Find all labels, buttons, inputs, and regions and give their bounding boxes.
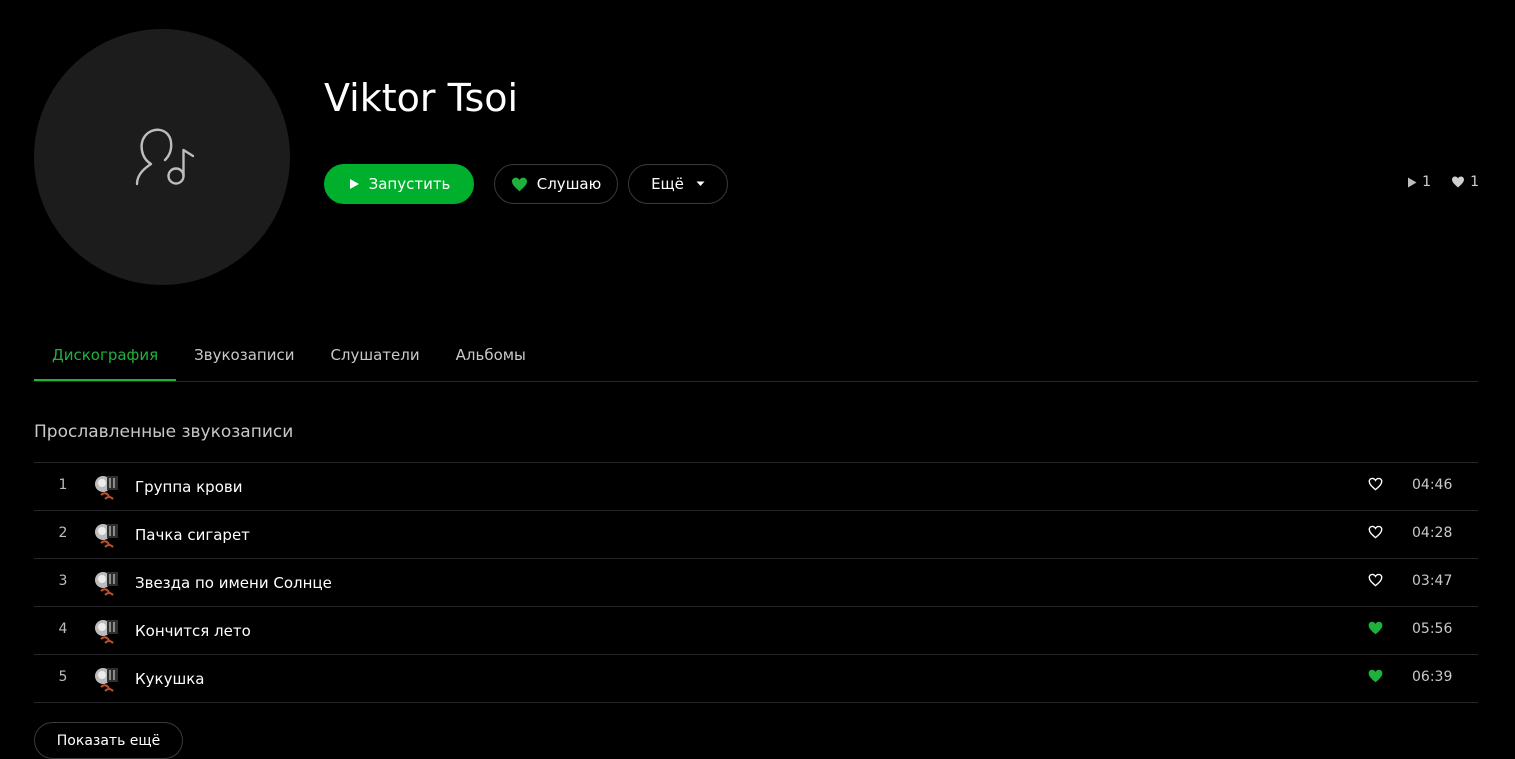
listen-button-label: Слушаю [536,175,602,193]
table-row[interactable]: 2 Пачка сигарет 04:28 [34,511,1478,559]
track-number: 5 [58,668,68,685]
artist-tabs: Дискография Звукозаписи Слушатели Альбом… [34,333,1478,382]
track-list: 1 Группа крови 04:46 2 Пачка сигарет 04:… [34,462,1478,703]
track-title[interactable]: Пачка сигарет [135,526,250,544]
album-cover-icon[interactable] [92,663,122,694]
track-number: 3 [58,572,68,589]
track-title[interactable]: Звезда по имени Солнце [135,574,332,592]
plays-stat: 1 [1407,174,1431,190]
more-button[interactable]: Ещё [628,164,728,204]
section-title: Прославленные звукозаписи [34,422,294,442]
show-more-button[interactable]: Показать ещё [34,722,183,759]
tab-recordings[interactable]: Звукозаписи [176,333,312,381]
artist-name: Viktor Tsoi [324,76,519,120]
artist-avatar [34,29,290,285]
artist-stats: 1 1 [1407,174,1479,190]
tab-albums[interactable]: Альбомы [438,333,544,381]
likes-stat: 1 [1451,174,1479,190]
heart-small-icon [1451,176,1465,188]
track-number: 4 [58,620,68,637]
play-small-icon [1407,177,1417,188]
table-row[interactable]: 1 Группа крови 04:46 [34,463,1478,511]
album-cover-icon[interactable] [92,471,122,502]
heart-outline-icon[interactable] [1368,525,1383,539]
artist-music-note-icon [135,128,195,186]
heart-icon [511,177,528,192]
artist-actions: Запустить Слушаю Ещё [324,164,728,204]
album-cover-icon[interactable] [92,519,122,550]
table-row[interactable]: 3 Звезда по имени Солнце 03:47 [34,559,1478,607]
track-number: 1 [58,476,68,493]
track-title[interactable]: Группа крови [135,478,242,496]
track-duration: 03:47 [1412,573,1453,589]
likes-count: 1 [1470,174,1479,190]
plays-count: 1 [1422,174,1432,190]
caret-down-icon [696,181,705,187]
heart-outline-icon[interactable] [1368,573,1383,587]
table-row[interactable]: 5 Кукушка 06:39 [34,655,1478,703]
more-button-label: Ещё [651,175,684,193]
track-title[interactable]: Кукушка [135,670,204,688]
table-row[interactable]: 4 Кончится лето 05:56 [34,607,1478,655]
track-duration: 05:56 [1412,621,1453,637]
album-cover-icon[interactable] [92,615,122,646]
album-cover-icon[interactable] [92,567,122,598]
play-icon [348,178,360,190]
track-number: 2 [58,524,68,541]
heart-filled-icon[interactable] [1368,621,1383,635]
track-title[interactable]: Кончится лето [135,622,251,640]
track-duration: 04:46 [1412,477,1453,493]
tab-listeners[interactable]: Слушатели [312,333,437,381]
play-button[interactable]: Запустить [324,164,474,204]
track-duration: 04:28 [1412,525,1453,541]
tab-discography[interactable]: Дискография [34,333,177,381]
play-button-label: Запустить [368,175,451,193]
track-duration: 06:39 [1412,669,1453,685]
listen-button[interactable]: Слушаю [494,164,618,204]
heart-outline-icon[interactable] [1368,477,1383,491]
heart-filled-icon[interactable] [1368,669,1383,683]
